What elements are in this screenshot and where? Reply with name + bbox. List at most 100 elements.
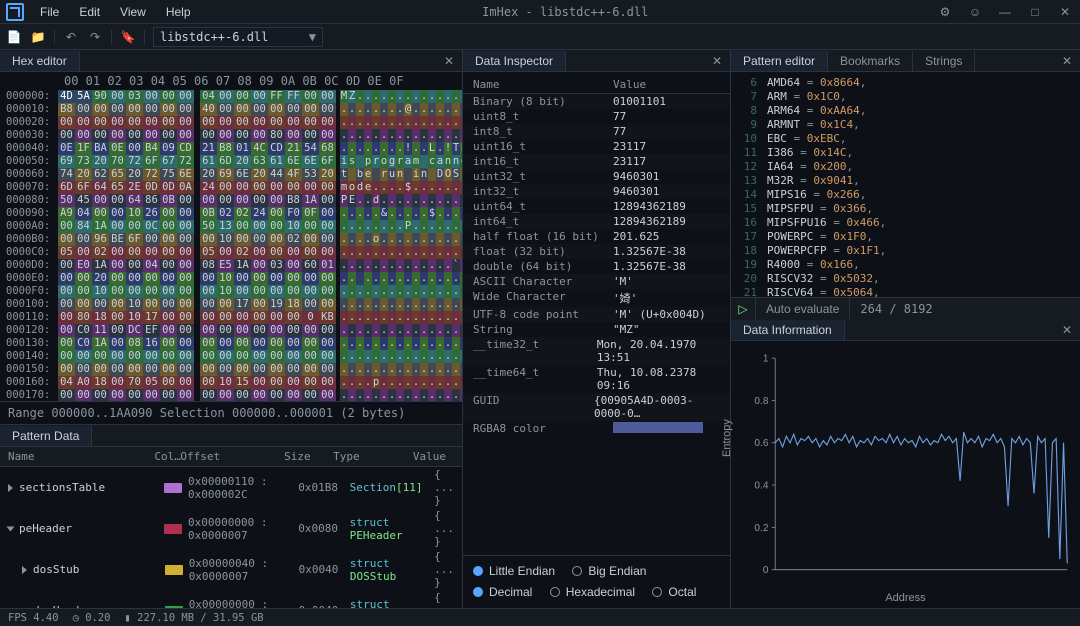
undo-icon[interactable]: ↶ <box>63 29 79 45</box>
svg-text:0: 0 <box>763 565 769 576</box>
pattern-data-row[interactable]: dosStub0x00000040 : 0x00000070x0040struc… <box>0 549 462 590</box>
menu-view[interactable]: View <box>110 2 156 22</box>
file-dropdown[interactable]: libstdc++-6.dll ▼ <box>153 27 323 47</box>
tab-data-information[interactable]: Data Information <box>731 320 845 340</box>
tab-bookmarks[interactable]: Bookmarks <box>828 51 913 71</box>
inspector-row[interactable]: Wide Character'婍' <box>463 289 730 307</box>
inspector-row[interactable]: int64_t12894362189 <box>463 214 730 229</box>
radio-decimal[interactable]: Decimal <box>473 585 532 599</box>
tab-strings[interactable]: Strings <box>913 51 975 71</box>
chevron-down-icon: ▼ <box>309 30 316 44</box>
pattern-data-tabs: Pattern Data <box>0 425 462 447</box>
hex-row[interactable]: 000090:A9040000102600000B02022400F00F00.… <box>6 207 462 220</box>
inspector-row[interactable]: uint16_t23117 <box>463 139 730 154</box>
tab-hex-editor[interactable]: Hex editor <box>0 51 80 71</box>
hex-row[interactable]: 000080:5045000064860B000000000000B81A00P… <box>6 194 462 207</box>
menu-edit[interactable]: Edit <box>69 2 110 22</box>
menu-file[interactable]: File <box>30 2 69 22</box>
hex-row[interactable]: 000010:B8000000000000004000000000000000.… <box>6 103 462 116</box>
panel-close-icon[interactable]: ✕ <box>436 54 462 68</box>
redo-icon[interactable]: ↷ <box>87 29 103 45</box>
inspector-row[interactable]: UTF-8 code point'M' (U+0x004D) <box>463 307 730 322</box>
smile-icon[interactable]: ☺ <box>960 2 990 22</box>
hex-row[interactable]: 000120:00C01100DCEF00000000000000000000.… <box>6 324 462 337</box>
auto-evaluate-toggle[interactable]: Auto evaluate <box>755 298 850 319</box>
bookmark-icon[interactable]: 🔖 <box>120 29 136 45</box>
hex-row[interactable]: 000030:00000000000000000000000080000000.… <box>6 129 462 142</box>
inspector-row[interactable]: ASCII Character'M' <box>463 274 730 289</box>
hex-row[interactable]: 000100:00000000100000000000170019180000.… <box>6 298 462 311</box>
hex-row[interactable]: 0000A0:00841A00000C00005013000000100000.… <box>6 220 462 233</box>
maximize-button[interactable]: □ <box>1020 2 1050 22</box>
hex-row[interactable]: 000140:00000000000000000000000000000000.… <box>6 350 462 363</box>
hex-status: Range 000000..1AA090 Selection 000000..0… <box>0 401 462 424</box>
hex-row[interactable]: 0000F0:00001000000000000010000000000000.… <box>6 285 462 298</box>
inspector-row[interactable]: String"MZ" <box>463 322 730 337</box>
hex-row[interactable]: 000070:6D6F64652E0D0D0A2400000000000000m… <box>6 181 462 194</box>
panel-close-icon[interactable]: ✕ <box>704 54 730 68</box>
open-file-icon[interactable]: 📄 <box>6 29 22 45</box>
pattern-code[interactable]: 6AMD64 = 0x8664,7ARM = 0x1C0,8ARM64 = 0x… <box>731 72 1080 297</box>
inspector-row[interactable]: __time64_tThu, 10.08.2378 09:16 <box>463 365 730 393</box>
radio-big-endian[interactable]: Big Endian <box>572 564 646 578</box>
hex-row[interactable]: 000050:69732070726F6772616D2063616E6E6Fi… <box>6 155 462 168</box>
tab-data-inspector[interactable]: Data Inspector <box>463 51 566 71</box>
svg-text:0.6: 0.6 <box>754 438 768 449</box>
settings-icon[interactable]: ⚙ <box>930 2 960 22</box>
toolbar-separator <box>111 30 112 44</box>
pattern-data-row[interactable]: dosHeader0x00000000 : 0x00000030x0040str… <box>0 590 462 608</box>
hex-row[interactable]: 000170:00000000000000000000000000000000.… <box>6 389 462 401</box>
hex-row[interactable]: 0000E0:00002000000000000010000000000000.… <box>6 272 462 285</box>
panel-close-icon[interactable]: ✕ <box>1054 54 1080 68</box>
app-logo-icon <box>6 3 24 21</box>
inspector-row[interactable]: int16_t23117 <box>463 154 730 169</box>
pattern-data-row[interactable]: peHeader0x00000000 : 0x00000070x0080stru… <box>0 508 462 549</box>
toolbar: 📄 📁 ↶ ↷ 🔖 libstdc++-6.dll ▼ <box>0 24 1080 50</box>
inspector-row[interactable]: float (32 bit)1.32567E-38 <box>463 244 730 259</box>
hex-tabs: Hex editor ✕ <box>0 50 462 72</box>
entropy-plot[interactable]: Entropy 00.20.40.60.81 <box>737 349 1074 588</box>
inspector-row[interactable]: GUID{00905A4D-0003-0000-0… <box>463 393 730 421</box>
toolbar-separator <box>54 30 55 44</box>
open-folder-icon[interactable]: 📁 <box>30 29 46 45</box>
hex-row[interactable]: 000110:00801800101700000000000000000KB..… <box>6 311 462 324</box>
tab-pattern-data[interactable]: Pattern Data <box>0 426 92 446</box>
tab-pattern-editor[interactable]: Pattern editor <box>731 51 828 71</box>
hex-row[interactable]: 000130:00C01A00081600000000000000000000.… <box>6 337 462 350</box>
minimize-button[interactable]: — <box>990 2 1020 22</box>
hex-row[interactable]: 0000D0:00E01A000004000008E51A0003006001.… <box>6 259 462 272</box>
inspector-row[interactable]: uint64_t12894362189 <box>463 199 730 214</box>
pattern-data-row[interactable]: sectionsTable0x00000110 : 0x000002C0x01B… <box>0 467 462 508</box>
close-button[interactable]: ✕ <box>1050 2 1080 22</box>
inspector-row[interactable]: __time32_tMon, 20.04.1970 13:51 <box>463 337 730 365</box>
window-title: ImHex - libstdc++-6.dll <box>201 5 930 19</box>
inspector-row[interactable]: int8_t77 <box>463 124 730 139</box>
entropy-xlabel: Address <box>731 592 1080 608</box>
inspector-row[interactable]: half float (16 bit)201.625 <box>463 229 730 244</box>
inspector-row[interactable]: int32_t9460301 <box>463 184 730 199</box>
play-icon[interactable]: ▷ <box>731 302 755 316</box>
hex-row[interactable]: 0000C0:05000200000000000500020000000000.… <box>6 246 462 259</box>
status-bar: FPS 4.40 ◷ 0.20 ▮ 227.10 MB / 31.95 GB <box>0 608 1080 626</box>
radio-hexadecimal[interactable]: Hexadecimal <box>550 585 635 599</box>
radio-octal[interactable]: Octal <box>652 585 696 599</box>
hex-row[interactable]: 000040:0E1FBA0E00B409CD21B8014CCD215468.… <box>6 142 462 155</box>
eval-count: 264 / 8192 <box>850 302 942 316</box>
menu-help[interactable]: Help <box>156 2 201 22</box>
panel-close-icon[interactable]: ✕ <box>1054 323 1080 337</box>
radio-little-endian[interactable]: Little Endian <box>473 564 555 578</box>
inspector-row[interactable]: uint32_t9460301 <box>463 169 730 184</box>
inspector-row[interactable]: double (64 bit)1.32567E-38 <box>463 259 730 274</box>
hex-row[interactable]: 000160:04A01800700500000010150000000000.… <box>6 376 462 389</box>
hex-rows[interactable]: 000000:4D5A90000300000004000000FFFF0000M… <box>6 90 462 401</box>
hex-row[interactable]: 000020:00000000000000000000000000000000.… <box>6 116 462 129</box>
inspector-row[interactable]: uint8_t77 <box>463 109 730 124</box>
titlebar: File Edit View Help ImHex - libstdc++-6.… <box>0 0 1080 24</box>
hex-row[interactable]: 000000:4D5A90000300000004000000FFFF0000M… <box>6 90 462 103</box>
hex-row[interactable]: 000060:742062652072756E20696E20444F5320t… <box>6 168 462 181</box>
hex-row[interactable]: 0000B0:000096BE6F0000000010000000020000.… <box>6 233 462 246</box>
inspector-row[interactable]: RGBA8 color <box>463 421 730 437</box>
inspector-row[interactable]: Binary (8 bit)01001101 <box>463 94 730 109</box>
hex-row[interactable]: 000150:00000000000000000000000000000000.… <box>6 363 462 376</box>
status-mem: ▮ 227.10 MB / 31.95 GB <box>125 612 264 624</box>
